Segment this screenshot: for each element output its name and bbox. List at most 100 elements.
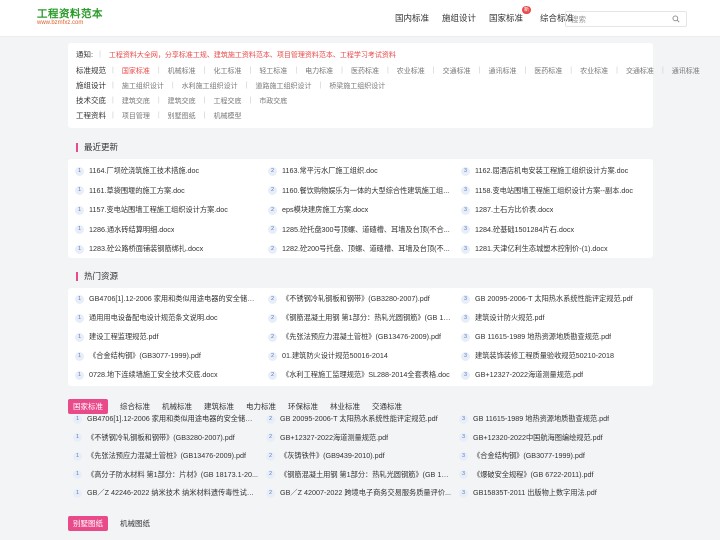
list-item[interactable]: 1 GB4706[1].12-2006 家用和类似用途电器的安全储水... — [73, 414, 258, 424]
list-item[interactable]: 2 GB+12327-2022海道测量规范.pdf — [266, 433, 451, 443]
list-item[interactable]: 3 《合金结构钢》(GB3077-1999).pdf — [459, 451, 644, 461]
list-item[interactable]: 2 《钢筋混凝土用钢 第1部分：热轧光圆钢筋》(GB 14... — [266, 470, 451, 480]
list-item-number: 1 — [75, 294, 84, 304]
category-link[interactable]: 医药标准 — [351, 66, 379, 76]
separator: | — [249, 97, 252, 104]
list-item[interactable]: 3 GB 20095-2006-T 太阳热水系统性能评定规范.pdf — [461, 294, 646, 304]
list-item[interactable]: 2 《不锈钢冷轧钢板和钢带》(GB3280-2007).pdf — [268, 294, 453, 304]
list-item[interactable]: 2 1282.砼200号托盘、顶螺、道碴槽、耳墙及台顶(不... — [268, 244, 453, 254]
notice-text[interactable]: 工程资料大全网，分享标准工规、建筑施工资料范本、项目管理资料范本、工程学习考试资… — [109, 50, 396, 60]
list-item[interactable]: 2 《灰铸铁件》(GB9439-2010).pdf — [266, 451, 451, 461]
category-link[interactable]: 轻工标准 — [259, 66, 287, 76]
list-item[interactable]: 3 GB15835T-2011 出版物上数字用法.pdf — [459, 488, 644, 498]
category-link[interactable]: 交通标准 — [443, 66, 471, 76]
list-item-title: 1283.砼公路桥面铺装钢筋绑扎.docx — [89, 244, 204, 253]
list-item[interactable]: 3 1162.屈酒店机电安装工程施工组织设计方案.doc — [461, 166, 646, 176]
list-item[interactable]: 2 1285.砼托盘300号顶螺、道碴槽、耳墙及台顶(不合... — [268, 225, 453, 235]
list-item[interactable]: 1 0728.地下连续墙施工安全技术交底.docx — [75, 370, 260, 380]
tab-0[interactable]: 别墅图纸 — [68, 516, 108, 531]
list-item[interactable]: 2 《先张法预应力混凝土管桩》(GB13476-2009).pdf — [268, 332, 453, 342]
separator: | — [386, 67, 389, 74]
category-link[interactable]: 交通标准 — [626, 66, 654, 76]
list-item-title: 1285.砼托盘300号顶螺、道碴槽、耳墙及台顶(不合... — [282, 224, 450, 234]
list-item-number: 2 — [268, 205, 277, 215]
category-link[interactable]: 化工标准 — [213, 66, 241, 76]
list-item[interactable]: 1 1157.变电站围墙工程施工组织设计方案.doc — [75, 205, 260, 215]
search-icon[interactable] — [672, 15, 680, 23]
hot-section-title: 热门资源 — [76, 270, 118, 282]
list-item[interactable]: 3 1158.变电站围墙工程施工组织设计方案--副本.doc — [461, 186, 646, 196]
list-item[interactable]: 3 建筑装饰装修工程质量验收规范50210-2018 — [461, 351, 646, 361]
tab-1[interactable]: 机械图纸 — [120, 516, 150, 531]
category-link[interactable]: 施工组织设计 — [122, 81, 164, 91]
list-item-title: GB4706[1].12-2006 家用和类似用途电器的安全储水... — [87, 414, 258, 423]
list-item[interactable]: 1 1164.厂坝砼浇筑施工技术措施.doc — [75, 166, 260, 176]
nav-domestic-standards[interactable]: 国内标准 — [395, 12, 429, 24]
list-item[interactable]: 1 1286.通水砖结算明细.docx — [75, 225, 260, 235]
list-item[interactable]: 2 1163.常平污水厂施工组织.doc — [268, 166, 453, 176]
list-item-title: 1162.屈酒店机电安装工程施工组织设计方案.doc — [475, 166, 629, 175]
list-item[interactable]: 1 1161.草袋围堰的施工方案.doc — [75, 186, 260, 196]
main-nav: 国内标准 施组设计 国家标准新 综合标准 — [395, 6, 587, 24]
list-item[interactable]: 3 《爆破安全规程》(GB 6722-2011).pdf — [459, 470, 644, 480]
list-item[interactable]: 1 GB／Z 42246-2022 纳米技术 纳米材料遗传毒性试验... — [73, 488, 258, 498]
category-link[interactable]: 建筑交底 — [122, 96, 150, 106]
list-item-number: 3 — [461, 205, 470, 215]
list-item[interactable]: 2 GB 20095-2006-T 太阳热水系统性能评定规范.pdf — [266, 414, 451, 424]
list-item[interactable]: 2 《水利工程施工监理规范》SL288-2014全套表格.doc — [268, 370, 453, 380]
list-item-number: 2 — [266, 433, 275, 442]
list-item[interactable]: 2 GB／Z 42007-2022 跨境电子商务交易服务质量评价... — [266, 488, 451, 498]
notice-row: 通知: | 工程资料大全网，分享标准工规、建筑施工资料范本、项目管理资料范本、工… — [76, 49, 396, 60]
separator: | — [157, 112, 160, 119]
category-link[interactable]: 项目管理 — [122, 111, 150, 121]
list-item-title: eps模块建房施工方案.docx — [282, 205, 369, 214]
category-link[interactable]: 工程交底 — [213, 96, 241, 106]
list-item[interactable]: 2 01.建筑防火设计规范50016-2014 — [268, 351, 453, 361]
category-link[interactable]: 通讯标准 — [672, 66, 700, 76]
list-item[interactable]: 3 GB 11615-1989 地热资源地质勘查规范.pdf — [461, 332, 646, 342]
list-item-number: 2 — [266, 414, 275, 424]
list-item[interactable]: 3 1287.土石方比价表.docx — [461, 205, 646, 215]
list-item[interactable]: 3 1281.天津亿利生态城塑木控制价-(1).docx — [461, 244, 646, 254]
nav-construction-design[interactable]: 施组设计 — [442, 12, 476, 24]
list-item[interactable]: 2 《钢筋混凝土用钢 第1部分：热轧光圆钢筋》(GB 14... — [268, 313, 453, 323]
list-item[interactable]: 3 建筑设计防火规范.pdf — [461, 313, 646, 323]
category-link[interactable]: 别墅图纸 — [168, 111, 196, 121]
separator: | — [661, 67, 664, 74]
list-item[interactable]: 1 1283.砼公路桥面铺装钢筋绑扎.docx — [75, 244, 260, 254]
category-link[interactable]: 水利施工组织设计 — [182, 81, 238, 91]
list-item[interactable]: 3 GB+12327-2022海道测量规范.pdf — [461, 370, 646, 380]
search-input[interactable] — [566, 12, 666, 26]
list-item[interactable]: 1 GB4706[1].12-2006 家用和类似用途电器的安全储水... — [75, 294, 260, 304]
category-link[interactable]: 通讯标准 — [488, 66, 516, 76]
category-link[interactable]: 农业标准 — [397, 66, 425, 76]
category-link[interactable]: 机械标准 — [168, 66, 196, 76]
list-item[interactable]: 3 GB 11615-1989 地热资源地质勘查规范.pdf — [459, 414, 644, 424]
category-link[interactable]: 建筑交底 — [168, 96, 196, 106]
list-item[interactable]: 1 《先张法预应力混凝土管桩》(GB13476-2009).pdf — [73, 451, 258, 461]
category-row-technical: 技术交底 | 建筑交底 | 建筑交底 | 工程交底 | 市政交底 — [76, 95, 295, 106]
list-item[interactable]: 1 《不锈钢冷轧钢板和钢带》(GB3280-2007).pdf — [73, 433, 258, 443]
list-item[interactable]: 1 《高分子防水材料 第1部分：片材》(GB 18173.1-20... — [73, 470, 258, 480]
category-link[interactable]: 市政交底 — [259, 96, 287, 106]
list-item[interactable]: 1 建设工程监理规范.pdf — [75, 332, 260, 342]
list-item-number: 1 — [73, 414, 82, 424]
category-link[interactable]: 道路施工组织设计 — [255, 81, 311, 91]
category-link[interactable]: 桥梁施工组织设计 — [329, 81, 385, 91]
nav-national-standards[interactable]: 国家标准新 — [489, 6, 532, 24]
category-link[interactable]: 农业标准 — [580, 66, 608, 76]
list-item-title: 建筑设计防火规范.pdf — [475, 313, 545, 322]
category-link[interactable]: 机械模型 — [213, 111, 241, 121]
list-item[interactable]: 1 通用用电设备配电设计规范条文说明.doc — [75, 313, 260, 323]
category-link[interactable]: 医药标准 — [534, 66, 562, 76]
list-item-title: 1160.餐饮购物娱乐为一体的大型综合性建筑施工组... — [282, 185, 450, 195]
list-item[interactable]: 1 《合金结构钢》(GB3077-1999).pdf — [75, 351, 260, 361]
category-link[interactable]: 国家标准 — [122, 66, 150, 76]
list-item[interactable]: 3 GB+12320-2022中国航海图编绘规范.pdf — [459, 433, 644, 443]
list-item[interactable]: 3 1284.砼基础1501284片石.docx — [461, 225, 646, 235]
list-item-number: 1 — [75, 370, 84, 380]
category-link[interactable]: 电力标准 — [305, 66, 333, 76]
list-item[interactable]: 2 eps模块建房施工方案.docx — [268, 205, 453, 215]
list-item[interactable]: 2 1160.餐饮购物娱乐为一体的大型综合性建筑施工组... — [268, 186, 453, 196]
site-logo[interactable]: 工程资料范本 www.bzmfxz.com — [37, 9, 103, 27]
